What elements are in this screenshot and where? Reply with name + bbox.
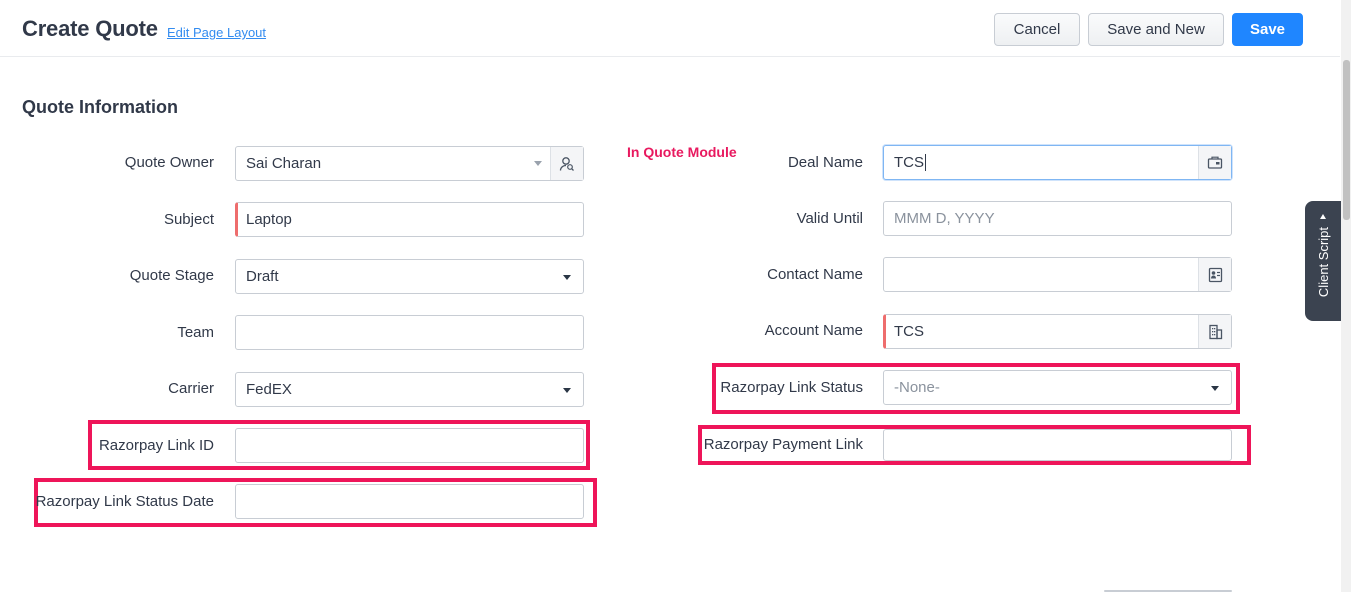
client-script-label: Client Script [1315, 227, 1331, 298]
valid-until-input[interactable]: MMM D, YYYY [883, 201, 1232, 236]
carrier-select[interactable]: FedEX [235, 372, 584, 407]
page-title: Create Quote [22, 16, 158, 41]
user-lookup-icon[interactable] [550, 147, 583, 180]
save-button[interactable]: Save [1232, 13, 1303, 46]
caret-up-icon [1320, 214, 1326, 219]
chevron-down-icon [563, 388, 571, 393]
razorpay-link-status-select[interactable]: -None- [883, 370, 1232, 405]
chevron-down-icon [563, 275, 571, 280]
scrollbar-thumb[interactable] [1343, 60, 1350, 220]
razorpay-link-status-date-label: Razorpay Link Status Date [35, 493, 214, 510]
edit-page-layout-link[interactable]: Edit Page Layout [167, 25, 266, 40]
cancel-button[interactable]: Cancel [994, 13, 1080, 46]
contact-name-label: Contact Name [767, 266, 863, 283]
account-lookup-icon[interactable] [1198, 315, 1231, 348]
razorpay-payment-link-label: Razorpay Payment Link [703, 436, 863, 453]
client-script-tab[interactable]: Client Script [1305, 201, 1341, 321]
account-name-value: TCS [894, 323, 924, 340]
razorpay-link-id-label: Razorpay Link ID [98, 437, 214, 454]
contact-name-input[interactable] [883, 257, 1232, 292]
razorpay-link-id-input[interactable] [235, 428, 584, 463]
header-divider [0, 56, 1340, 57]
chevron-down-icon[interactable] [534, 161, 542, 166]
text-cursor [925, 154, 926, 171]
deal-name-label: Deal Name [787, 154, 863, 171]
deal-name-value: TCS [894, 154, 924, 171]
carrier-value: FedEX [246, 381, 292, 398]
team-input[interactable] [235, 315, 584, 350]
carrier-label: Carrier [168, 380, 214, 397]
team-label: Team [177, 324, 214, 341]
subject-input[interactable]: Laptop [235, 202, 584, 237]
subject-label: Subject [163, 211, 214, 228]
razorpay-link-status-value: -None- [894, 379, 940, 396]
valid-until-placeholder: MMM D, YYYY [894, 210, 995, 227]
annotation-note: In Quote Module [627, 144, 737, 160]
quote-stage-value: Draft [246, 268, 279, 285]
razorpay-link-status-date-input[interactable] [235, 484, 584, 519]
section-title: Quote Information [22, 97, 178, 117]
quote-owner-field[interactable]: Sai Charan [235, 146, 584, 181]
deal-lookup-icon[interactable] [1198, 146, 1231, 179]
subject-value: Laptop [246, 211, 292, 228]
chevron-down-icon [1211, 386, 1219, 391]
account-name-input[interactable]: TCS [883, 314, 1232, 349]
contact-lookup-icon[interactable] [1198, 258, 1231, 291]
save-and-new-button[interactable]: Save and New [1088, 13, 1224, 46]
account-name-label: Account Name [764, 322, 863, 339]
quote-owner-value: Sai Charan [246, 155, 322, 172]
razorpay-link-status-label: Razorpay Link Status [720, 379, 863, 396]
quote-stage-select[interactable]: Draft [235, 259, 584, 294]
valid-until-label: Valid Until [796, 210, 863, 227]
razorpay-payment-link-input[interactable] [883, 429, 1232, 461]
quote-owner-label: Quote Owner [124, 154, 214, 171]
quote-stage-label: Quote Stage [129, 267, 214, 284]
deal-name-input[interactable]: TCS [883, 145, 1232, 180]
